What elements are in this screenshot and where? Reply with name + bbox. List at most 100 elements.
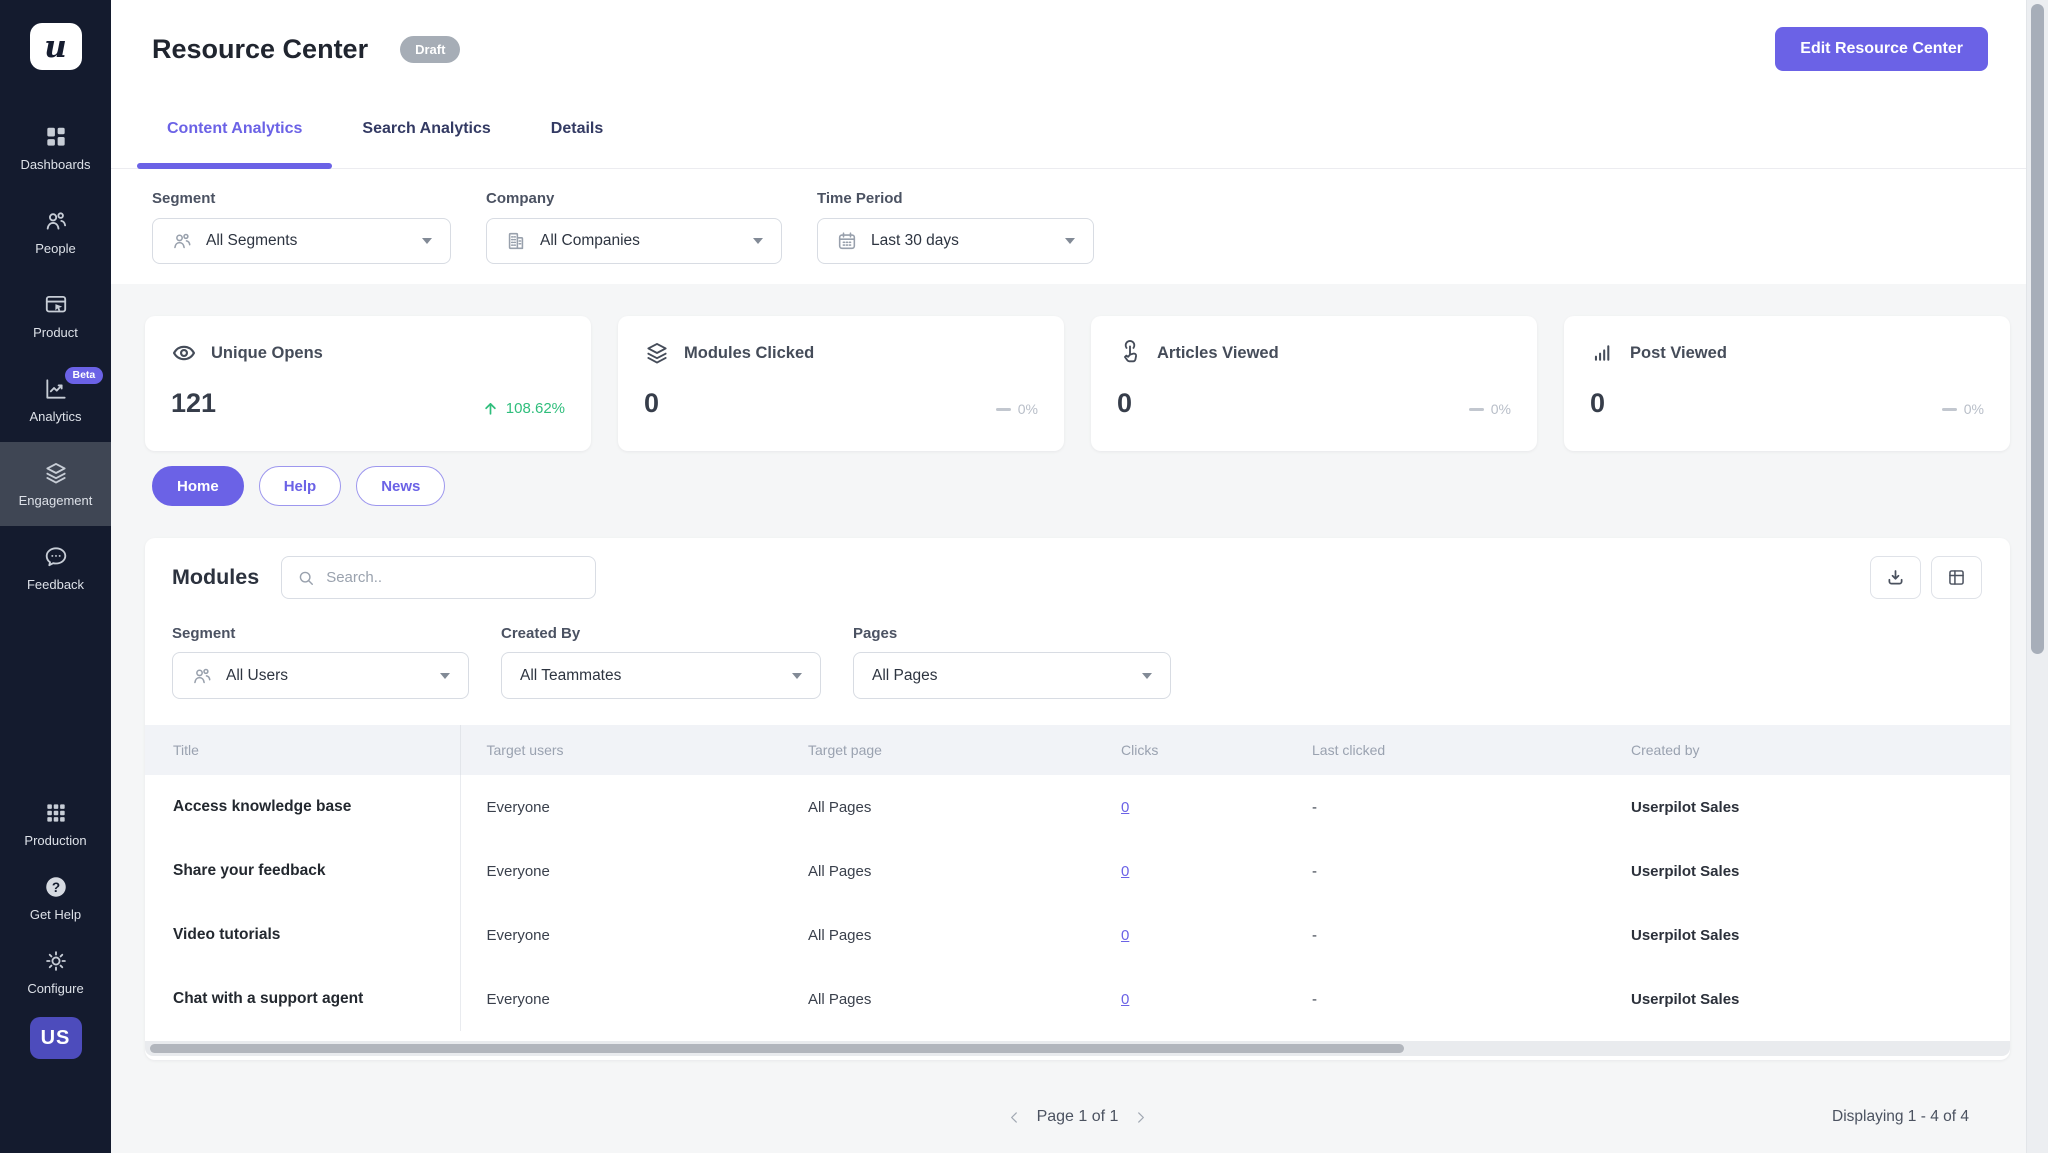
sidebar-item-configure[interactable]: Configure [0,935,111,1009]
stat-delta: 0% [1469,401,1511,417]
created-by-select[interactable]: All Teammates [501,652,821,699]
clicks-link[interactable]: 0 [1121,927,1129,944]
sidebar-item-label: Product [33,325,78,340]
pill-home[interactable]: Home [152,466,244,506]
cell-target-page: All Pages [782,775,1095,839]
sidebar-item-people[interactable]: People [0,190,111,274]
cell-target-users: Everyone [460,903,782,967]
stat-card-post-viewed: Post Viewed00% [1564,316,2010,451]
flat-dash-icon [1942,408,1957,411]
vertical-scrollbar-track[interactable] [2026,0,2048,1153]
cell-last-clicked: - [1286,839,1605,903]
modules-panel-header: Modules [145,538,2010,613]
column-header-target-page: Target page [782,725,1095,775]
clicks-link[interactable]: 0 [1121,863,1129,880]
pill-news[interactable]: News [356,466,445,506]
column-header-target-users: Target users [460,725,782,775]
stat-card-modules-clicked: Modules Clicked00% [618,316,1064,451]
columns-button[interactable] [1931,556,1982,599]
sidebar-item-dashboards[interactable]: Dashboards [0,106,111,190]
chevron-down-icon [753,238,763,244]
cell-target-page: All Pages [782,839,1095,903]
select-value: All Companies [540,232,740,250]
search-input[interactable] [326,569,581,586]
cell-last-clicked: - [1286,967,1605,1031]
cell-target-users: Everyone [460,839,782,903]
tab-bar: Content AnalyticsSearch AnalyticsDetails [111,90,2026,169]
filter-created-by: Created ByAll Teammates [501,625,821,699]
cell-title: Chat with a support agent [145,967,460,1031]
cell-created-by: Userpilot Sales [1605,903,2010,967]
select-value: All Pages [872,667,1129,685]
pages-select[interactable]: All Pages [853,652,1171,699]
chevron-down-icon [440,673,450,679]
stat-value: 0 [1590,390,1605,417]
calendar-icon [836,230,858,252]
title-row: Resource Center Draft Edit Resource Cent… [111,0,2026,90]
stat-cards-row: Unique Opens121108.62%Modules Clicked00%… [145,316,2010,451]
cell-clicks: 0 [1095,839,1286,903]
stat-label: Modules Clicked [684,344,814,363]
table-row: Share your feedbackEveryoneAll Pages0-Us… [145,839,2010,903]
page-indicator: Page 1 of 1 [1037,1108,1119,1126]
tab-search-analytics[interactable]: Search Analytics [332,90,520,168]
segment-select[interactable]: All Segments [152,218,451,264]
tab-content-analytics[interactable]: Content Analytics [137,90,332,168]
sidebar-item-analytics[interactable]: Beta Analytics [0,358,111,442]
svg-text:?: ? [51,880,59,895]
sidebar-item-label: Analytics [29,409,81,424]
flat-dash-icon [996,408,1011,411]
company-select[interactable]: All Companies [486,218,782,264]
main-area: Resource Center Draft Edit Resource Cent… [111,0,2026,1153]
filter-pages: PagesAll Pages [853,625,1171,699]
horizontal-scrollbar-track[interactable] [145,1041,2010,1056]
page-prev-icon[interactable] [1006,1109,1023,1126]
sidebar-item-product[interactable]: Product [0,274,111,358]
sidebar-item-feedback[interactable]: Feedback [0,526,111,610]
table-row: Access knowledge baseEveryoneAll Pages0-… [145,775,2010,839]
bars-icon [1590,340,1616,366]
page-title: Resource Center [152,34,368,65]
stat-label: Articles Viewed [1157,344,1279,363]
sidebar-item-label: People [35,241,75,256]
cell-title: Access knowledge base [145,775,460,839]
sidebar-item-get-help[interactable]: ?Get Help [0,861,111,935]
sidebar-item-label: Production [24,833,86,848]
flat-dash-icon [1469,408,1484,411]
stat-label: Post Viewed [1630,344,1727,363]
columns-icon [1946,567,1967,588]
filter-segment: SegmentAll Users [172,625,469,699]
cell-target-page: All Pages [782,903,1095,967]
people-outline-icon [191,665,213,687]
sidebar-item-production[interactable]: Production [0,787,111,861]
stat-value: 121 [171,390,216,417]
clicks-link[interactable]: 0 [1121,799,1129,816]
vertical-scrollbar-thumb[interactable] [2031,4,2044,654]
dashboards-icon [43,124,69,150]
userpilot-logo[interactable]: u [30,23,82,70]
app-root: u Dashboards People Product Beta Analytics En… [0,0,2048,1153]
stat-delta-value: 108.62% [506,400,565,417]
displaying-count: Displaying 1 - 4 of 4 [1832,1108,1969,1126]
edit-resource-center-button[interactable]: Edit Resource Center [1775,27,1988,71]
column-header-title: Title [145,725,460,775]
page-next-icon[interactable] [1132,1109,1149,1126]
export-button[interactable] [1870,556,1921,599]
time-period-select[interactable]: Last 30 days [817,218,1094,264]
cell-title: Video tutorials [145,903,460,967]
sidebar-nav: Dashboards People Product Beta Analytics Enga… [0,106,111,610]
segment-select[interactable]: All Users [172,652,469,699]
cell-title: Share your feedback [145,839,460,903]
sidebar-bottom-nav: Production ?Get HelpConfigure [0,787,111,1009]
clicks-link[interactable]: 0 [1121,991,1129,1008]
sidebar-item-label: Feedback [27,577,84,592]
sidebar-item-engagement[interactable]: Engagement [0,442,111,526]
analytics-icon: Beta [43,376,69,402]
stat-value: 0 [1117,390,1132,417]
pill-help[interactable]: Help [259,466,342,506]
tap-icon [1117,340,1143,366]
tab-details[interactable]: Details [521,90,633,168]
feedback-icon [43,544,69,570]
user-avatar[interactable]: US [30,1017,82,1059]
horizontal-scrollbar-thumb[interactable] [150,1044,1404,1053]
